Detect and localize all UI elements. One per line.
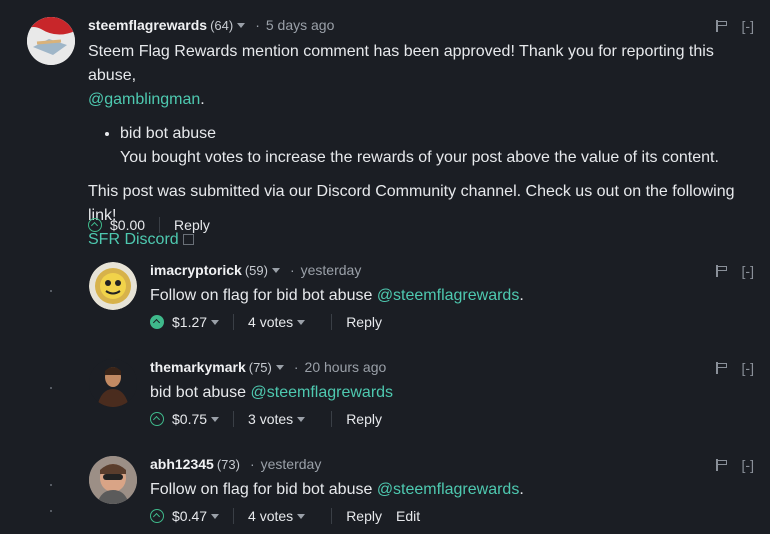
upvote-icon[interactable] — [150, 412, 164, 426]
reputation: (75) — [248, 359, 272, 375]
reputation: (59) — [244, 262, 268, 278]
votes-count[interactable]: 4 votes — [248, 314, 293, 330]
timestamp[interactable]: yesterday — [261, 456, 322, 472]
comment-text: Steem Flag Rewards mention comment has b… — [88, 43, 714, 108]
payout[interactable]: $1.27 — [172, 314, 207, 330]
timestamp[interactable]: 20 hours ago — [305, 359, 387, 375]
external-link-icon — [182, 234, 194, 245]
timestamp[interactable]: yesterday — [301, 262, 362, 278]
upvote-icon[interactable] — [88, 218, 102, 232]
author-name[interactable]: imacryptorick — [150, 262, 242, 278]
chevron-down-icon[interactable] — [271, 267, 280, 273]
chevron-down-icon[interactable] — [297, 319, 306, 325]
chevron-down-icon[interactable] — [297, 513, 306, 519]
avatar[interactable] — [89, 456, 137, 504]
collapse-toggle[interactable]: [-] — [742, 457, 754, 473]
mention-link[interactable]: @steemflagrewards — [251, 384, 394, 401]
reply-button[interactable]: Reply — [174, 217, 210, 233]
mention-link[interactable]: @steemflagrewards — [377, 481, 520, 498]
payout[interactable]: $0.75 — [172, 411, 207, 427]
avatar[interactable] — [27, 17, 75, 65]
votes-count[interactable]: 4 votes — [248, 508, 293, 524]
discord-text: This post was submitted via our Discord … — [88, 183, 735, 248]
collapse-toggle[interactable]: [-] — [742, 360, 754, 376]
collapse-toggle[interactable]: [-] — [742, 263, 754, 279]
flag-icon[interactable] — [715, 20, 728, 32]
chevron-down-icon[interactable] — [275, 364, 284, 370]
chevron-down-icon[interactable] — [237, 22, 246, 28]
reputation: (64) — [210, 17, 234, 33]
avatar[interactable] — [89, 262, 137, 310]
payout[interactable]: $0.47 — [172, 508, 207, 524]
author-name[interactable]: themarkymark — [150, 359, 246, 375]
upvote-icon[interactable] — [150, 509, 164, 523]
comment-text: Follow on flag for bid bot abuse @steemf… — [150, 481, 524, 498]
avatar[interactable] — [89, 359, 137, 407]
author-name[interactable]: steemflagrewards — [88, 17, 207, 33]
reputation: (73) — [216, 456, 240, 472]
flag-icon[interactable] — [715, 265, 728, 277]
reply-button[interactable]: Reply — [346, 508, 382, 524]
discord-link[interactable]: SFR Discord — [88, 231, 179, 248]
edit-button[interactable]: Edit — [396, 508, 420, 524]
upvote-icon[interactable] — [150, 315, 164, 329]
mention-link[interactable]: @steemflagrewards — [377, 287, 520, 304]
author-name[interactable]: abh12345 — [150, 456, 214, 472]
flag-icon[interactable] — [715, 459, 728, 471]
comment-text: bid bot abuse @steemflagrewards — [150, 384, 394, 401]
flag-icon[interactable] — [715, 362, 728, 374]
chevron-down-icon[interactable] — [297, 416, 306, 422]
payout[interactable]: $0.00 — [110, 217, 145, 233]
comment-text: Follow on flag for bid bot abuse @steemf… — [150, 287, 524, 304]
chevron-down-icon[interactable] — [211, 513, 220, 519]
votes-count[interactable]: 3 votes — [248, 411, 293, 427]
chevron-down-icon[interactable] — [211, 416, 220, 422]
chevron-down-icon[interactable] — [211, 319, 220, 325]
collapse-toggle[interactable]: [-] — [742, 18, 754, 34]
list-item: bid bot abuse You bought votes to increa… — [120, 122, 748, 170]
timestamp[interactable]: 5 days ago — [266, 17, 335, 33]
reply-button[interactable]: Reply — [346, 411, 382, 427]
reply-button[interactable]: Reply — [346, 314, 382, 330]
mention-link[interactable]: @gamblingman — [88, 91, 200, 108]
